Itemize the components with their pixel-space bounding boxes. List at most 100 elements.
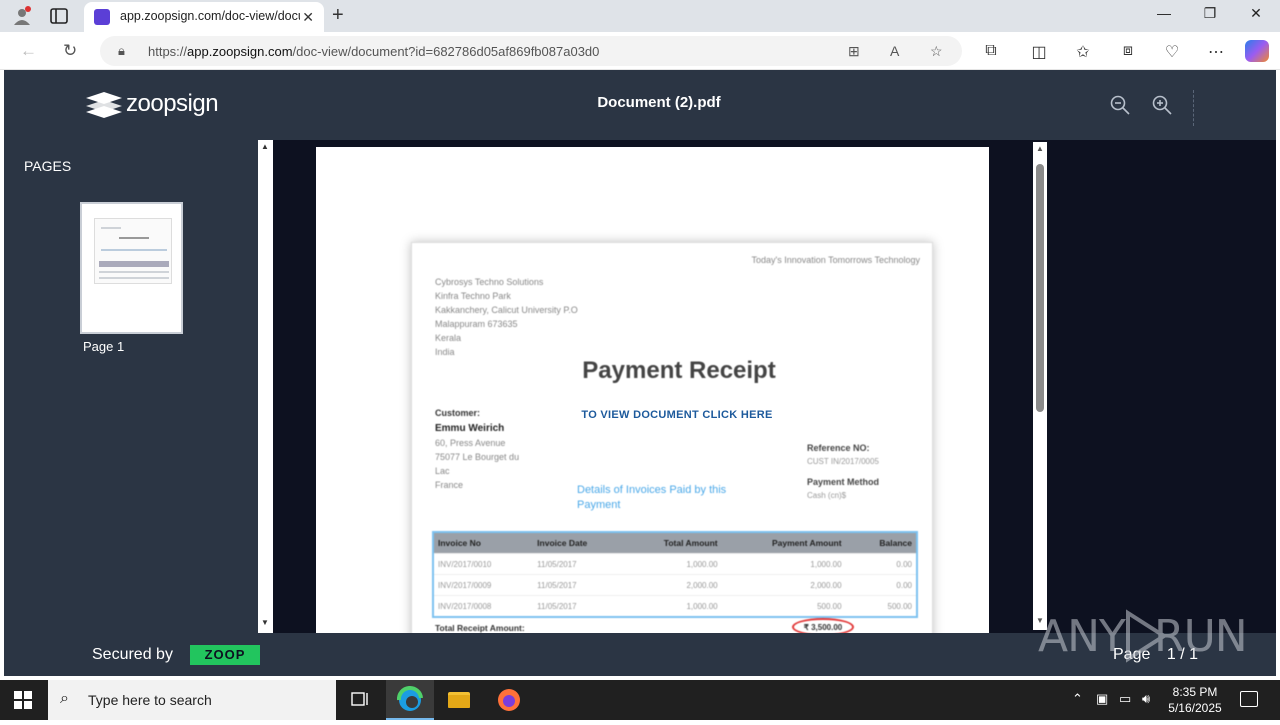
sidebar-scrollbar[interactable]: ▲ ▼ bbox=[258, 140, 273, 633]
customer-address: 60, Press Avenue 75077 Le Bourget du Lac… bbox=[435, 438, 520, 490]
table-cell: 1,000.00 bbox=[686, 560, 718, 569]
document-title: Document (2).pdf bbox=[597, 94, 721, 111]
table-cell: INV/2017/0009 bbox=[438, 581, 492, 590]
file-explorer-icon[interactable] bbox=[435, 680, 483, 720]
header-cell: Invoice Date bbox=[537, 538, 588, 548]
search-placeholder: Type here to search bbox=[88, 692, 212, 708]
watermark-right-text: RUN bbox=[1154, 611, 1248, 662]
taskbar-search-box[interactable]: ⌕ Type here to search bbox=[48, 680, 336, 720]
receipt-title: Payment Receipt bbox=[582, 357, 776, 384]
url-text[interactable]: https://app.zoopsign.com/doc-view/docume… bbox=[148, 44, 599, 59]
edge-browser-icon[interactable] bbox=[386, 680, 434, 720]
invoice-table: Invoice No Invoice Date Total Amount Pay… bbox=[432, 531, 918, 618]
zoom-in-icon[interactable] bbox=[1151, 94, 1173, 116]
scroll-up-icon[interactable]: ▲ bbox=[1036, 144, 1044, 153]
table-row: INV/2017/0010 11/05/2017 1,000.00 1,000.… bbox=[434, 553, 916, 574]
task-view-icon[interactable] bbox=[336, 680, 384, 720]
back-icon[interactable]: ← bbox=[20, 41, 37, 61]
show-hidden-icons-icon[interactable]: ⌃ bbox=[1072, 691, 1083, 707]
table-cell: 0.00 bbox=[896, 581, 912, 590]
system-clock[interactable]: 8:35 PM 5/16/2025 bbox=[1160, 684, 1230, 716]
windows-start-icon[interactable] bbox=[14, 691, 32, 709]
receipt-image: Today's Innovation Tomorrows Technology … bbox=[411, 242, 933, 633]
collections-icon[interactable]: ⧈ bbox=[1117, 42, 1139, 60]
close-tab-icon[interactable]: ✕ bbox=[302, 9, 314, 26]
document-viewport: Today's Innovation Tomorrows Technology … bbox=[273, 140, 1033, 633]
profile-icon[interactable] bbox=[12, 6, 32, 26]
zoopsign-favicon-icon bbox=[94, 9, 110, 25]
favorites-icon[interactable]: ✩ bbox=[1072, 42, 1094, 62]
active-tab[interactable]: app.zoopsign.com/doc-view/document?id=68… bbox=[84, 2, 324, 32]
tab-title: app.zoopsign.com/doc-view/document?id=68… bbox=[120, 9, 300, 23]
reference-value: CUST IN/2017/0005 bbox=[807, 457, 879, 466]
page-thumbnail[interactable] bbox=[80, 202, 183, 334]
table-cell: 2,000.00 bbox=[810, 581, 842, 590]
clock-date: 5/16/2025 bbox=[1168, 701, 1222, 715]
restore-button[interactable]: ❐ bbox=[1200, 5, 1220, 22]
new-tab-button[interactable]: + bbox=[332, 4, 344, 27]
header-cell: Payment Amount bbox=[771, 538, 842, 548]
favorite-star-icon[interactable]: ☆ bbox=[930, 43, 943, 60]
volume-icon[interactable]: 🔊︎ bbox=[1142, 691, 1150, 707]
table-cell: 11/05/2017 bbox=[537, 560, 577, 569]
table-cell: 1,000.00 bbox=[686, 602, 718, 611]
anyrun-watermark: ANY RUN bbox=[1038, 607, 1248, 667]
pages-heading: PAGES bbox=[24, 158, 72, 174]
clock-time: 8:35 PM bbox=[1172, 685, 1218, 699]
table-row: INV/2017/0009 11/05/2017 2,000.00 2,000.… bbox=[434, 574, 916, 595]
payment-method-value: Cash (cn)$ bbox=[807, 491, 847, 500]
table-cell: 2,000.00 bbox=[686, 581, 718, 590]
more-menu-icon[interactable]: ⋯ bbox=[1205, 42, 1227, 62]
zoop-badge-logo: ZOOP bbox=[190, 645, 260, 665]
document-viewer-app: zoopsign Document (2).pdf PAGES Page 1 ▲… bbox=[4, 70, 1276, 676]
thumbnail-preview bbox=[94, 218, 172, 284]
lock-icon[interactable]: 🔒︎ bbox=[118, 43, 125, 59]
invoice-table-header: Invoice No Invoice Date Total Amount Pay… bbox=[434, 533, 916, 553]
view-document-link[interactable]: TO VIEW DOCUMENT CLICK HERE bbox=[316, 409, 1033, 421]
pages-sidebar: PAGES Page 1 bbox=[4, 140, 258, 633]
secured-by-label: Secured by bbox=[92, 646, 173, 663]
close-window-button[interactable]: ✕ bbox=[1246, 5, 1266, 22]
device-icon[interactable]: ▣ bbox=[1096, 691, 1108, 707]
pdf-page: Today's Innovation Tomorrows Technology … bbox=[316, 147, 989, 633]
scrollbar-thumb[interactable] bbox=[1036, 164, 1044, 412]
tab-actions-icon[interactable] bbox=[50, 8, 68, 24]
read-aloud-icon[interactable]: A bbox=[890, 43, 899, 59]
network-icon[interactable]: ▭ bbox=[1119, 691, 1131, 707]
header-divider bbox=[1193, 90, 1194, 126]
customer-name: Emmu Weirich bbox=[435, 423, 505, 434]
watermark-left-text: ANY bbox=[1038, 611, 1126, 662]
search-icon: ⌕ bbox=[60, 690, 69, 707]
header-cell: Balance bbox=[879, 538, 912, 548]
table-cell: INV/2017/0010 bbox=[438, 560, 492, 569]
app-header: zoopsign Document (2).pdf bbox=[4, 70, 1276, 140]
table-row: INV/2017/0008 11/05/2017 1,000.00 500.00… bbox=[434, 595, 916, 616]
table-cell: 500.00 bbox=[887, 602, 912, 611]
receipt-tagline: Today's Innovation Tomorrows Technology bbox=[751, 255, 920, 265]
viewer-scrollbar[interactable]: ▲ ▼ bbox=[1033, 142, 1047, 630]
header-cell: Total Amount bbox=[663, 538, 718, 548]
scroll-down-icon[interactable]: ▼ bbox=[261, 618, 269, 627]
firefox-icon[interactable] bbox=[485, 680, 533, 720]
extensions-icon[interactable]: ⧉ bbox=[980, 42, 1002, 60]
company-address: Cybrosys Techno Solutions Kinfra Techno … bbox=[435, 277, 578, 357]
refresh-icon[interactable]: ↻ bbox=[63, 41, 77, 61]
reference-label: Reference NO: bbox=[807, 443, 870, 453]
copilot-icon[interactable] bbox=[1245, 40, 1269, 62]
thumbnail-caption: Page 1 bbox=[83, 339, 125, 354]
table-cell: 0.00 bbox=[896, 560, 912, 569]
browser-tab-strip: app.zoopsign.com/doc-view/document?id=68… bbox=[0, 0, 1280, 32]
table-cell: 500.00 bbox=[817, 602, 842, 611]
app-available-icon[interactable]: ⊞ bbox=[848, 43, 860, 60]
browser-essentials-icon[interactable]: ♡ bbox=[1161, 42, 1183, 62]
url-bar[interactable]: 🔒︎ https://app.zoopsign.com/doc-view/doc… bbox=[100, 36, 962, 66]
split-screen-icon[interactable]: ◫ bbox=[1028, 42, 1050, 62]
table-cell: 11/05/2017 bbox=[537, 581, 577, 590]
zoom-out-icon[interactable] bbox=[1109, 94, 1131, 116]
total-receipt-value: ₹ 3,500.00 bbox=[792, 618, 854, 633]
notification-icon[interactable] bbox=[1240, 691, 1258, 707]
total-receipt-label: Total Receipt Amount: bbox=[435, 623, 525, 633]
table-cell: 1,000.00 bbox=[810, 560, 842, 569]
minimize-button[interactable]: — bbox=[1154, 5, 1174, 21]
scroll-up-icon[interactable]: ▲ bbox=[261, 142, 269, 151]
